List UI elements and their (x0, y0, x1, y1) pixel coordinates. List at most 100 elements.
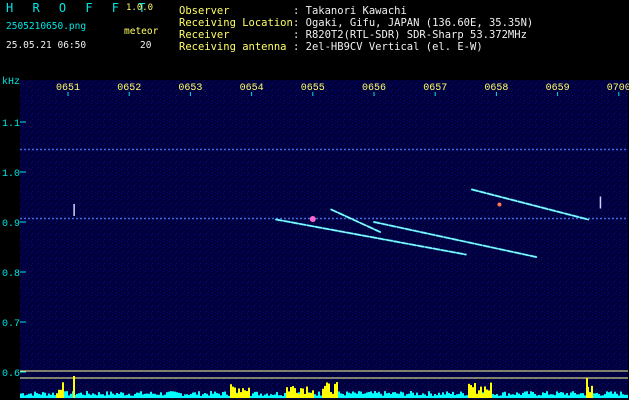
noise-floor-bar (534, 393, 536, 398)
activity-bar (322, 388, 324, 398)
noise-floor-bar (174, 391, 176, 398)
noise-floor-bar (386, 393, 388, 398)
noise-floor-bar (402, 392, 404, 398)
noise-floor-bar (208, 395, 210, 398)
noise-floor-bar (562, 392, 564, 398)
time-tick-label: 0654 (240, 83, 264, 94)
activity-bar (334, 383, 336, 398)
noise-floor-bar (518, 393, 520, 398)
activity-bar (310, 392, 312, 398)
noise-floor-bar (352, 391, 354, 398)
noise-floor-bar (498, 395, 500, 398)
noise-floor-bar (546, 391, 548, 398)
noise-floor-bar (420, 394, 422, 398)
noise-floor-bar (166, 392, 168, 398)
activity-bar (232, 386, 234, 398)
activity-bar (326, 382, 328, 398)
noise-floor-bar (558, 392, 560, 398)
noise-floor-bar (446, 391, 448, 398)
noise-floor-bar (532, 391, 534, 398)
noise-floor-bar (168, 391, 170, 398)
noise-floor-bar (522, 392, 524, 398)
noise-floor-bar (388, 392, 390, 398)
noise-floor-bar (36, 393, 38, 398)
noise-floor-bar (316, 395, 318, 398)
activity-bar (330, 391, 332, 398)
noise-floor-bar (570, 392, 572, 398)
noise-floor-bar (164, 394, 166, 398)
noise-floor-bar (194, 392, 196, 398)
noise-floor-bar (458, 393, 460, 398)
noise-floor-bar (512, 394, 514, 398)
noise-floor-bar (192, 392, 194, 398)
noise-floor-bar (626, 394, 628, 398)
noise-floor-bar (606, 391, 608, 398)
noise-floor-bar (524, 391, 526, 398)
noise-floor-bar (276, 392, 278, 398)
noise-floor-bar (624, 394, 626, 398)
activity-spike (73, 376, 75, 398)
activity-bar (234, 387, 236, 398)
noise-floor-bar (578, 394, 580, 398)
activity-bar (238, 388, 240, 398)
noise-floor-bar (442, 392, 444, 398)
activity-bar (476, 393, 478, 398)
noise-floor-bar (142, 394, 144, 398)
noise-floor-bar (520, 394, 522, 398)
noise-floor-bar (256, 391, 258, 398)
noise-floor-bar (374, 391, 376, 398)
noise-floor-bar (266, 393, 268, 398)
noise-floor-bar (400, 391, 402, 398)
noise-floor-bar (362, 393, 364, 398)
noise-floor-bar (608, 392, 610, 398)
noise-floor-bar (620, 391, 622, 398)
activity-bar (294, 388, 296, 398)
time-tick-label: 0656 (362, 83, 386, 94)
noise-floor-bar (102, 394, 104, 398)
noise-floor-bar (584, 395, 586, 398)
noise-floor-bar (438, 392, 440, 398)
noise-floor-bar (598, 394, 600, 398)
noise-floor-bar (278, 395, 280, 398)
noise-floor-bar (508, 393, 510, 398)
activity-bar (246, 391, 248, 398)
noise-floor-bar (132, 395, 134, 398)
noise-floor-bar (98, 392, 100, 398)
noise-floor-bar (556, 391, 558, 398)
noise-floor-bar (454, 395, 456, 398)
noise-floor-bar (44, 392, 46, 398)
noise-floor-bar (358, 391, 360, 398)
activity-bar (470, 384, 472, 398)
noise-floor-bar (574, 392, 576, 398)
noise-floor-bar (82, 394, 84, 398)
activity-bar (236, 393, 238, 398)
noise-floor-bar (148, 393, 150, 398)
noise-floor-bar (28, 393, 30, 398)
datetime: 25.05.21 06:50 (6, 40, 87, 51)
noise-floor-bar (614, 391, 616, 398)
activity-bar (242, 388, 244, 398)
meteor-label: meteor (124, 26, 159, 37)
noise-floor-bar (464, 395, 466, 398)
noise-floor-bar (548, 394, 550, 398)
info-label-antenna: Receiving antenna (179, 41, 287, 53)
y-axis-label: kHz (2, 76, 20, 88)
info-value-antenna: : 2el-HB9CV Vertical (el. E-W) (293, 41, 483, 53)
activity-bar (332, 393, 334, 398)
spectrogram-plot: kHz 0651 0652 0653 0654 0655 0656 0657 0658 0659… (2, 76, 629, 399)
activity-bar (589, 392, 591, 398)
activity-bar (308, 392, 310, 398)
noise-floor-bar (496, 394, 498, 398)
noise-floor-bar (70, 393, 72, 398)
noise-floor-bar (376, 392, 378, 398)
noise-floor-bar (182, 395, 184, 398)
noise-floor-bar (504, 391, 506, 398)
noise-floor-bar (130, 395, 132, 398)
noise-floor-bar (42, 392, 44, 398)
activity-bar (306, 386, 308, 398)
activity-bar (244, 390, 246, 398)
noise-floor-bar (204, 393, 206, 398)
noise-floor-bar (152, 393, 154, 398)
noise-floor-bar (436, 395, 438, 398)
noise-floor-bar (554, 395, 556, 398)
